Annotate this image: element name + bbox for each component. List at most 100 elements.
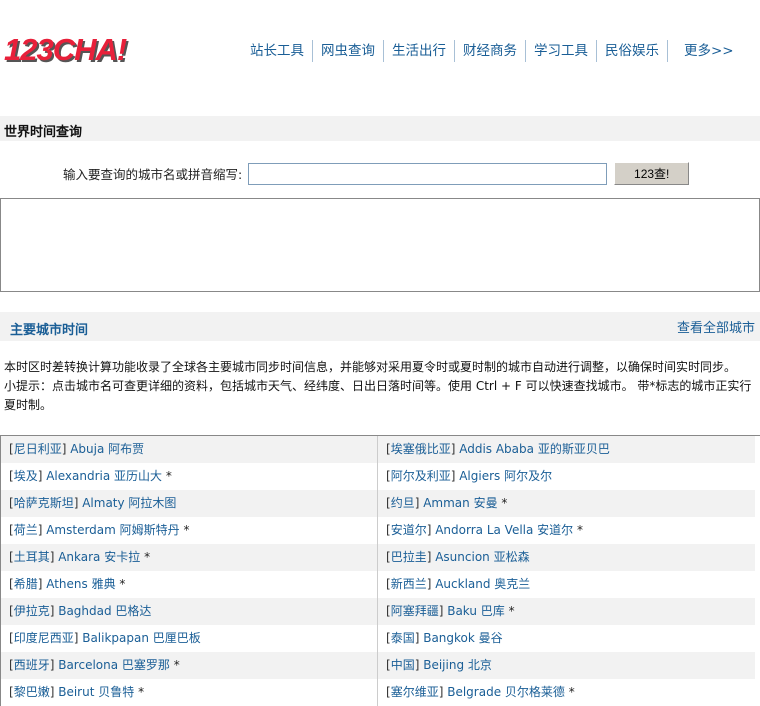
city-link[interactable]: Baghdad 巴格达 xyxy=(58,604,151,618)
country-link[interactable]: 塞尔维亚 xyxy=(391,685,439,699)
city-cell: [哈萨克斯坦] Almaty 阿拉木图 xyxy=(1,490,378,517)
country-link[interactable]: 伊拉克 xyxy=(14,604,50,618)
view-all-cities-link[interactable]: 查看全部城市 xyxy=(677,317,755,336)
city-link[interactable]: Balikpapan 巴厘巴板 xyxy=(82,631,201,645)
bracket-close: ] xyxy=(450,442,456,456)
country-link[interactable]: 新西兰 xyxy=(391,577,427,591)
city-cell: [尼日利亚] Abuja 阿布贾 xyxy=(1,436,378,463)
city-search-input[interactable] xyxy=(248,162,608,185)
bracket-close: ] xyxy=(438,604,444,618)
city-link[interactable]: Belgrade 贝尔格莱德 xyxy=(447,685,565,699)
country-link[interactable]: 中国 xyxy=(391,658,415,672)
dst-mark: * xyxy=(183,523,190,537)
city-cell: [中国] Beijing 北京 xyxy=(378,652,755,679)
city-link[interactable]: Addis Ababa 亚的斯亚贝巴 xyxy=(459,442,610,456)
country-link[interactable]: 巴拉圭 xyxy=(391,550,427,564)
city-link[interactable]: Bangkok 曼谷 xyxy=(423,631,502,645)
city-link[interactable]: Beirut 贝鲁特 xyxy=(58,685,134,699)
section-header-major-cities: 主要城市时间 查看全部城市 xyxy=(0,312,760,341)
city-cell: [印度尼西亚] Balikpapan 巴厘巴板 xyxy=(1,625,378,652)
city-link[interactable]: Asuncion 亚松森 xyxy=(435,550,529,564)
tip-paragraph: 小提示：点击城市名可查更详细的资料，包括城市天气、经纬度、日出日落时间等。使用 … xyxy=(4,379,752,412)
city-link[interactable]: Auckland 奥克兰 xyxy=(435,577,530,591)
country-link[interactable]: 黎巴嫩 xyxy=(14,685,50,699)
city-cell: [阿塞拜疆] Baku 巴库 * xyxy=(378,598,755,625)
top-nav: 站长工具 网虫查询 生活出行 财经商务 学习工具 民俗娱乐 更多>> xyxy=(242,40,742,62)
city-link[interactable]: Barcelona 巴塞罗那 xyxy=(58,658,170,672)
country-link[interactable]: 阿尔及利亚 xyxy=(391,469,451,483)
city-link[interactable]: Andorra La Vella 安道尔 xyxy=(435,523,573,537)
city-link[interactable]: Algiers 阿尔及尔 xyxy=(459,469,552,483)
city-cell: [希腊] Athens 雅典 * xyxy=(1,571,378,598)
bracket-close: ] xyxy=(49,658,55,672)
bracket-close: ] xyxy=(414,658,420,672)
city-cell: [约旦] Amman 安曼 * xyxy=(378,490,755,517)
dst-mark: * xyxy=(119,577,126,591)
city-cell: [泰国] Bangkok 曼谷 xyxy=(378,625,755,652)
nav-web-query[interactable]: 网虫查询 xyxy=(312,40,383,62)
dst-mark: * xyxy=(508,604,515,618)
city-link[interactable]: Beijing 北京 xyxy=(423,658,492,672)
city-cell: [埃及] Alexandria 亚历山大 * xyxy=(1,463,378,490)
section-title-major-cities: 主要城市时间 xyxy=(10,323,89,338)
country-link[interactable]: 印度尼西亚 xyxy=(14,631,74,645)
city-link[interactable]: Athens 雅典 xyxy=(46,577,115,591)
nav-life-travel[interactable]: 生活出行 xyxy=(383,40,454,62)
bracket-close: ] xyxy=(450,469,456,483)
country-link[interactable]: 西班牙 xyxy=(14,658,50,672)
search-button[interactable]: 123查! xyxy=(614,162,690,185)
bracket-close: ] xyxy=(49,550,55,564)
city-link[interactable]: Amman 安曼 xyxy=(423,496,497,510)
dst-mark: * xyxy=(577,523,583,537)
city-link[interactable]: Alexandria 亚历山大 xyxy=(46,469,162,483)
dst-mark: * xyxy=(568,685,575,699)
result-box xyxy=(0,198,760,292)
intro-paragraph: 本时区时差转换计算功能收录了全球各主要城市同步时间信息，并能够对采用夏令时或夏时… xyxy=(4,360,737,374)
country-link[interactable]: 希腊 xyxy=(14,577,38,591)
nav-study-tools[interactable]: 学习工具 xyxy=(525,40,596,62)
country-link[interactable]: 哈萨克斯坦 xyxy=(14,496,74,510)
bracket-close: ] xyxy=(438,685,444,699)
city-cell: [阿尔及利亚] Algiers 阿尔及尔 xyxy=(378,463,755,490)
city-cell: [荷兰] Amsterdam 阿姆斯特丹 * xyxy=(1,517,378,544)
city-link[interactable]: Almaty 阿拉木图 xyxy=(82,496,176,510)
city-cell: [巴拉圭] Asuncion 亚松森 xyxy=(378,544,755,571)
bracket-close: ] xyxy=(414,496,420,510)
city-link[interactable]: Amsterdam 阿姆斯特丹 xyxy=(46,523,179,537)
bracket-close: ] xyxy=(37,469,43,483)
nav-webmaster-tools[interactable]: 站长工具 xyxy=(242,40,312,62)
country-link[interactable]: 安道尔 xyxy=(391,523,427,537)
city-link[interactable]: Baku 巴库 xyxy=(447,604,505,618)
nav-finance[interactable]: 财经商务 xyxy=(454,40,525,62)
country-link[interactable]: 泰国 xyxy=(391,631,415,645)
bracket-close: ] xyxy=(61,442,67,456)
nav-folk-entertainment[interactable]: 民俗娱乐 xyxy=(596,40,667,62)
dst-mark: * xyxy=(144,550,151,564)
country-link[interactable]: 土耳其 xyxy=(14,550,50,564)
bracket-close: ] xyxy=(37,523,43,537)
dst-mark: * xyxy=(173,658,180,672)
bracket-close: ] xyxy=(49,604,55,618)
country-link[interactable]: 约旦 xyxy=(391,496,415,510)
city-link[interactable]: Abuja 阿布贾 xyxy=(70,442,144,456)
country-link[interactable]: 阿塞拜疆 xyxy=(391,604,439,618)
city-table: [尼日利亚] Abuja 阿布贾 [埃塞俄比亚] Addis Ababa 亚的斯亚… xyxy=(0,435,760,706)
intro-text: 本时区时差转换计算功能收录了全球各主要城市同步时间信息，并能够对采用夏令时或夏时… xyxy=(4,358,756,415)
dst-mark: * xyxy=(138,685,145,699)
nav-more[interactable]: 更多>> xyxy=(667,40,742,62)
city-cell: [伊拉克] Baghdad 巴格达 xyxy=(1,598,378,625)
bracket-close: ] xyxy=(426,577,432,591)
country-link[interactable]: 埃塞俄比亚 xyxy=(391,442,451,456)
section-title-world-time: 世界时间查询 xyxy=(0,116,760,141)
bracket-close: ] xyxy=(37,577,43,591)
country-link[interactable]: 尼日利亚 xyxy=(14,442,62,456)
city-link[interactable]: Ankara 安卡拉 xyxy=(58,550,140,564)
city-cell: [安道尔] Andorra La Vella 安道尔 * xyxy=(378,517,755,544)
dst-mark: * xyxy=(501,496,508,510)
site-logo[interactable]: 123CHA! xyxy=(4,30,127,70)
bracket-close: ] xyxy=(414,631,420,645)
bracket-close: ] xyxy=(426,523,432,537)
country-link[interactable]: 荷兰 xyxy=(14,523,38,537)
country-link[interactable]: 埃及 xyxy=(14,469,38,483)
city-cell: [新西兰] Auckland 奥克兰 xyxy=(378,571,755,598)
